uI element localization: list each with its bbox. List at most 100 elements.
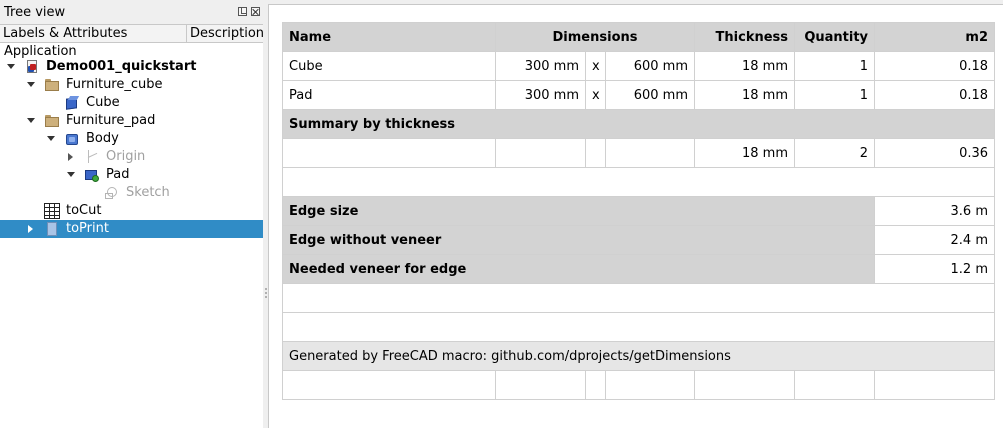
tree-item-label: toCut — [66, 203, 102, 218]
tree-body: Application Demo001_quickstart Furniture… — [0, 43, 263, 428]
header-dimensions[interactable]: Dimensions — [494, 22, 696, 52]
splitter-grip — [265, 292, 267, 294]
chevron-down-icon[interactable] — [27, 118, 35, 123]
tree-item-body[interactable]: Body — [0, 130, 263, 148]
tree-item-label: Pad — [106, 167, 130, 182]
tree-item-origin[interactable]: Origin — [0, 148, 263, 166]
origin-axes-icon — [84, 149, 100, 165]
cell-empty[interactable] — [604, 370, 696, 400]
table-row — [281, 312, 996, 342]
cell-empty[interactable] — [794, 370, 876, 400]
tree-view-title: Tree view — [4, 5, 66, 20]
header-name[interactable]: Name — [282, 22, 496, 52]
cell-empty[interactable] — [282, 370, 496, 400]
cell-quantity[interactable]: 1 — [794, 80, 876, 110]
needed-veneer-value[interactable]: 1.2 m — [874, 254, 996, 284]
tree-item-sketch[interactable]: Sketch — [0, 184, 263, 202]
table-row — [281, 167, 996, 197]
table-row — [281, 283, 996, 313]
cell-thickness[interactable]: 18 mm — [694, 80, 796, 110]
header-thickness[interactable]: Thickness — [694, 22, 796, 52]
chevron-right-icon[interactable] — [68, 153, 73, 161]
tree-item-furniture-cube[interactable]: Furniture_cube — [0, 76, 263, 94]
tree-item-toprint[interactable]: toPrint — [0, 220, 263, 238]
edge-without-veneer-label[interactable]: Edge without veneer — [281, 225, 876, 255]
close-panel-icon[interactable] — [251, 7, 260, 16]
cell-empty[interactable] — [282, 138, 496, 168]
cell-m2[interactable]: 0.18 — [874, 51, 996, 81]
tree-item-tocut[interactable]: toCut — [0, 202, 263, 220]
tree-item-label: Application — [4, 44, 77, 59]
cell-empty[interactable] — [281, 167, 996, 197]
cell-quantity[interactable]: 2 — [794, 138, 876, 168]
cell-empty[interactable] — [281, 283, 996, 313]
table-row: 18 mm 2 0.36 — [282, 138, 996, 168]
cell-thickness[interactable]: 18 mm — [694, 138, 796, 168]
chevron-right-icon[interactable] — [28, 225, 33, 233]
chevron-down-icon[interactable] — [7, 64, 15, 69]
tree-item-label: Origin — [106, 149, 146, 164]
column-description[interactable]: Description — [190, 26, 264, 41]
cell-quantity[interactable]: 1 — [794, 51, 876, 81]
sketch-icon — [104, 185, 120, 201]
tree-item-document[interactable]: Demo001_quickstart — [0, 58, 263, 76]
tree-item-pad[interactable]: Pad — [0, 166, 263, 184]
cell-empty[interactable] — [585, 370, 606, 400]
cell-thickness[interactable]: 18 mm — [694, 51, 796, 81]
chevron-down-icon[interactable] — [27, 82, 35, 87]
cell-empty[interactable] — [495, 370, 586, 400]
edge-row: Edge without veneer 2.4 m — [281, 225, 996, 255]
cell-times[interactable]: x — [585, 51, 606, 81]
cell-dim2[interactable]: 600 mm — [604, 80, 696, 110]
cell-m2[interactable]: 0.36 — [874, 138, 996, 168]
tree-item-label: Furniture_cube — [66, 77, 163, 92]
tree-item-cube[interactable]: Cube — [0, 94, 263, 112]
cell-empty[interactable] — [874, 370, 996, 400]
table-row: Pad 300 mm x 600 mm 18 mm 1 0.18 — [282, 80, 996, 110]
edge-row: Edge size 3.6 m — [281, 196, 996, 226]
float-panel-icon[interactable] — [238, 7, 247, 16]
generated-by-note[interactable]: Generated by FreeCAD macro: github.com/d… — [281, 341, 996, 371]
edge-row: Needed veneer for edge 1.2 m — [281, 254, 996, 284]
cell-empty[interactable] — [495, 138, 586, 168]
cell-times[interactable]: x — [585, 80, 606, 110]
tree-item-label: Sketch — [126, 185, 170, 200]
tree-item-label: Demo001_quickstart — [46, 59, 197, 74]
edge-size-value[interactable]: 3.6 m — [874, 196, 996, 226]
tree-item-label: Furniture_pad — [66, 113, 156, 128]
splitter-grip — [265, 288, 267, 290]
edge-size-label[interactable]: Edge size — [281, 196, 876, 226]
cell-empty[interactable] — [585, 138, 606, 168]
cell-empty[interactable] — [281, 312, 996, 342]
cell-empty[interactable] — [694, 370, 796, 400]
summary-by-thickness-label[interactable]: Summary by thickness — [281, 109, 996, 139]
page-icon — [44, 221, 60, 237]
splitter-grip — [265, 296, 267, 298]
document-icon — [24, 59, 40, 75]
summary-header-row: Summary by thickness — [281, 109, 996, 139]
chevron-down-icon[interactable] — [67, 172, 75, 177]
cell-dim1[interactable]: 300 mm — [495, 80, 586, 110]
header-quantity[interactable]: Quantity — [794, 22, 876, 52]
edge-without-veneer-value[interactable]: 2.4 m — [874, 225, 996, 255]
cell-name[interactable]: Pad — [282, 80, 496, 110]
header-m2[interactable]: m2 — [874, 22, 996, 52]
tree-item-furniture-pad[interactable]: Furniture_pad — [0, 112, 263, 130]
footer-row: Generated by FreeCAD macro: github.com/d… — [281, 341, 996, 371]
table-row — [282, 370, 996, 400]
folder-icon — [44, 77, 60, 93]
chevron-down-icon[interactable] — [47, 136, 55, 141]
tree-view-titlebar: Tree view — [0, 0, 263, 24]
cell-name[interactable]: Cube — [282, 51, 496, 81]
cell-dim1[interactable]: 300 mm — [495, 51, 586, 81]
needed-veneer-label[interactable]: Needed veneer for edge — [281, 254, 876, 284]
cell-empty[interactable] — [604, 138, 696, 168]
body-icon — [64, 131, 80, 147]
cube-icon — [64, 95, 80, 111]
pad-feature-icon — [84, 167, 100, 183]
column-separator[interactable] — [186, 25, 187, 43]
cell-dim2[interactable]: 600 mm — [604, 51, 696, 81]
spreadsheet-icon — [44, 203, 60, 219]
cell-m2[interactable]: 0.18 — [874, 80, 996, 110]
column-labels-attributes[interactable]: Labels & Attributes — [3, 26, 127, 41]
